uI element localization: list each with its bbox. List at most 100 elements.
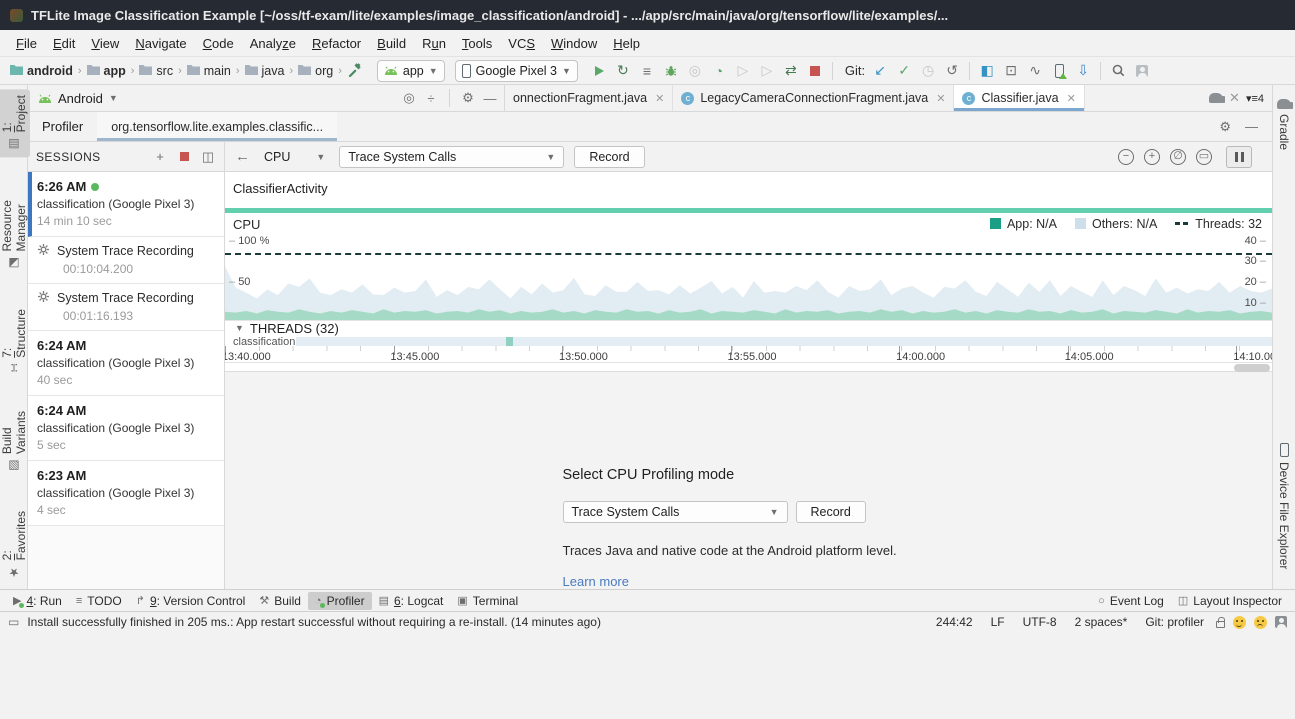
git-update-button[interactable]: ↙ xyxy=(869,60,891,82)
run-button[interactable] xyxy=(588,60,610,82)
menu-item-file[interactable]: File xyxy=(8,33,45,54)
toolwindow-build[interactable]: ⚒Build xyxy=(252,592,308,610)
toolwindow-9-version-control[interactable]: ↱9: Version Control xyxy=(129,592,253,610)
session-recording-item[interactable]: System Trace Recording00:01:16.193 xyxy=(28,284,224,331)
device-select[interactable]: Google Pixel 3 ▼ xyxy=(455,60,578,82)
timeline-axis[interactable]: 13:40.00013:45.00013:50.00013:55.00014:0… xyxy=(225,346,1272,363)
device-manager-button[interactable]: ◧ xyxy=(976,60,998,82)
menu-item-view[interactable]: View xyxy=(83,33,127,54)
close-icon[interactable]: ✕ xyxy=(655,92,664,105)
profiler-view-select[interactable]: CPU ▼ xyxy=(260,150,329,164)
project-view-selector[interactable]: Android xyxy=(58,91,103,106)
debug-button[interactable] xyxy=(660,60,682,82)
sidebar-item-gradle[interactable]: Gradle xyxy=(1275,93,1293,156)
readonly-lock-icon[interactable] xyxy=(1216,621,1225,628)
status-item-244-42[interactable]: 244:42 xyxy=(932,615,977,629)
hide-profiler-icon[interactable]: — xyxy=(1245,119,1258,134)
profile-button[interactable]: ◔ xyxy=(708,60,730,82)
mode-trace-select[interactable]: Trace System Calls ▼ xyxy=(563,501,788,523)
build-hammer-icon[interactable] xyxy=(345,60,367,82)
breadcrumb-item-app[interactable]: app xyxy=(85,63,128,79)
locate-file-icon[interactable]: ◎ xyxy=(401,90,417,106)
profile-avatar-button[interactable] xyxy=(1131,60,1153,82)
running-devices-button[interactable]: ⊡ xyxy=(1000,60,1022,82)
attach-profiler-button[interactable]: ▷ xyxy=(756,60,778,82)
reset-zoom-icon[interactable]: ∅ xyxy=(1170,149,1186,165)
learn-more-link[interactable]: Learn more xyxy=(563,574,935,589)
sidebar-item-build-variants[interactable]: ▧Build Variants xyxy=(0,405,30,479)
sidebar-item-resource-manager[interactable]: ◪Resource Manager xyxy=(0,183,30,276)
record-button[interactable]: Record xyxy=(574,146,644,168)
panel-settings-gear-icon[interactable]: ⚙ xyxy=(460,90,476,106)
sdk-manager-button[interactable]: ⇩ xyxy=(1072,60,1094,82)
zoom-in-icon[interactable]: + xyxy=(1144,149,1160,165)
toolwindow-event-log[interactable]: ○Event Log xyxy=(1091,592,1171,610)
toolwindow-todo[interactable]: ≡TODO xyxy=(69,592,129,610)
session-item[interactable]: 6:24 AMclassification (Google Pixel 3)40… xyxy=(28,331,224,396)
sidebar-item-7-structure[interactable]: ∺7: Structure xyxy=(0,303,30,379)
close-icon[interactable]: ✕ xyxy=(1229,90,1240,106)
menu-item-refactor[interactable]: Refactor xyxy=(304,33,369,54)
menu-item-build[interactable]: Build xyxy=(369,33,414,54)
toolwindow-6-logcat[interactable]: ▤6: Logcat xyxy=(372,592,451,610)
breadcrumb-item-src[interactable]: src xyxy=(137,63,175,79)
profiler-session-tab[interactable]: org.tensorflow.lite.examples.classific..… xyxy=(97,112,337,141)
trace-mode-select[interactable]: Trace System Calls ▼ xyxy=(339,146,564,168)
editor-tab-onnectionfragment-java[interactable]: onnectionFragment.java✕ xyxy=(505,85,673,111)
thread-row[interactable]: classification xyxy=(225,336,1272,346)
search-everywhere-button[interactable] xyxy=(1107,60,1129,82)
menu-item-vcs[interactable]: VCS xyxy=(500,33,543,54)
sidebar-item-1-project[interactable]: ▤1: Project xyxy=(0,89,30,157)
status-item-utf-8[interactable]: UTF-8 xyxy=(1019,615,1061,629)
scrollbar-thumb[interactable] xyxy=(1234,364,1270,372)
attach-debugger-button[interactable]: ▷ xyxy=(732,60,754,82)
apply-changes-button[interactable]: ↻ xyxy=(612,60,634,82)
horizontal-scrollbar[interactable] xyxy=(225,363,1272,371)
run-config-select[interactable]: app ▼ xyxy=(377,60,445,82)
git-rollback-button[interactable]: ↺ xyxy=(941,60,963,82)
menu-item-tools[interactable]: Tools xyxy=(454,33,500,54)
threads-section-header[interactable]: ▼ THREADS (32) xyxy=(225,320,1272,336)
new-session-plus-icon[interactable]: + xyxy=(152,149,168,165)
layout-inspector-toolbar-button[interactable] xyxy=(1048,60,1070,82)
status-item-git-profiler[interactable]: Git: profiler xyxy=(1141,615,1208,629)
stop-button[interactable] xyxy=(804,60,826,82)
toolwindow-profiler[interactable]: ◔Profiler xyxy=(308,592,372,610)
toolwindow-layout-inspector[interactable]: ◫Layout Inspector xyxy=(1171,592,1289,610)
editor-tab-classifier-java[interactable]: cClassifier.java✕ xyxy=(954,85,1084,111)
toolwindow-terminal[interactable]: ▣Terminal xyxy=(450,592,525,610)
hide-panel-icon[interactable]: — xyxy=(482,90,498,106)
session-recording-item[interactable]: System Trace Recording00:10:04.200 xyxy=(28,237,224,284)
breadcrumb-item-org[interactable]: org xyxy=(296,63,335,79)
close-icon[interactable]: ✕ xyxy=(936,92,945,105)
device-mirror-button[interactable]: ∿ xyxy=(1024,60,1046,82)
hidden-tabs-count[interactable]: ▾≡4 xyxy=(1246,92,1264,105)
back-arrow-icon[interactable]: ← xyxy=(235,148,250,165)
menu-item-run[interactable]: Run xyxy=(414,33,454,54)
apply-code-changes-button[interactable]: ≡ xyxy=(636,60,658,82)
gradle-daemon-icon[interactable] xyxy=(1275,616,1287,628)
breadcrumb-item-java[interactable]: java xyxy=(243,63,287,79)
menu-item-analyze[interactable]: Analyze xyxy=(242,33,304,54)
stop-and-rerun-button[interactable]: ⇄ xyxy=(780,60,802,82)
zoom-out-icon[interactable]: − xyxy=(1118,149,1134,165)
sidebar-item-2-favorites[interactable]: ★2: Favorites xyxy=(0,505,30,585)
menu-item-navigate[interactable]: Navigate xyxy=(127,33,194,54)
session-item[interactable]: 6:23 AMclassification (Google Pixel 3)4 … xyxy=(28,461,224,526)
editor-tab-legacycameraconnectionfragment-java[interactable]: cLegacyCameraConnectionFragment.java✕ xyxy=(673,85,954,111)
toggle-toolwindows-icon[interactable]: ▭ xyxy=(8,615,19,629)
toolwindow-4-run[interactable]: ▶4: Run xyxy=(6,592,69,610)
menu-item-window[interactable]: Window xyxy=(543,33,605,54)
cpu-chart-section[interactable]: CPU App: N/AOthers: N/AThreads: 32 100 %… xyxy=(225,209,1272,320)
session-item[interactable]: 6:24 AMclassification (Google Pixel 3)5 … xyxy=(28,396,224,461)
git-history-button[interactable]: ◷ xyxy=(917,60,939,82)
status-item-lf[interactable]: LF xyxy=(987,615,1009,629)
collapse-all-icon[interactable]: ÷ xyxy=(423,90,439,106)
close-icon[interactable]: ✕ xyxy=(1067,92,1076,105)
menu-item-code[interactable]: Code xyxy=(195,33,242,54)
breadcrumb-item-main[interactable]: main xyxy=(185,63,233,79)
cpu-area-chart[interactable] xyxy=(225,237,1272,320)
breadcrumb-item-android[interactable]: android xyxy=(8,63,75,79)
status-item-2-spaces-[interactable]: 2 spaces* xyxy=(1071,615,1132,629)
coverage-button[interactable]: ◎ xyxy=(684,60,706,82)
